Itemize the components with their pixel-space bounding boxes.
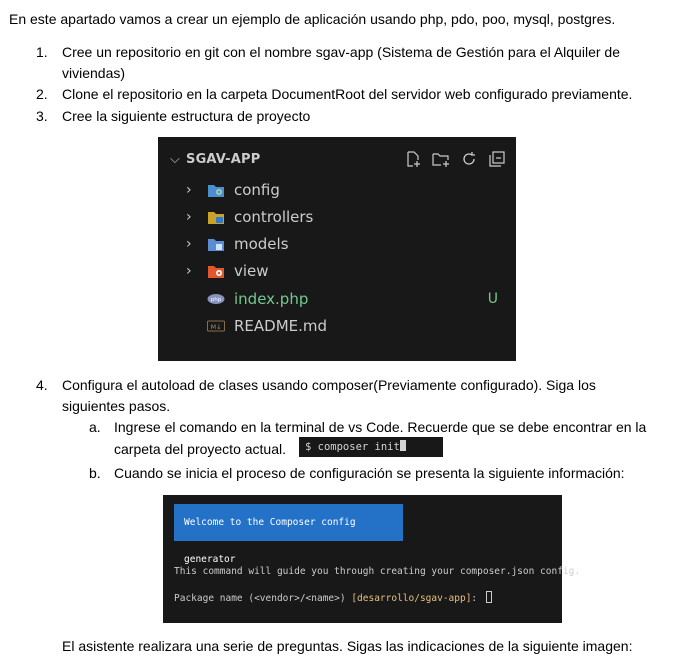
explorer-project-header[interactable]: ⌵ SGAV-APP xyxy=(170,152,260,167)
markdown-file-icon: M↓ xyxy=(207,318,225,334)
package-prompt-label: Package name (<vendor>/<name>) xyxy=(174,593,352,604)
intro-paragraph: En este apartado vamos a crear un ejempl… xyxy=(9,11,616,27)
explorer-item-label: view xyxy=(234,261,269,280)
explorer-item-index-php[interactable]: php index.php U xyxy=(158,285,516,312)
chevron-right-icon: › xyxy=(186,262,192,279)
step-3-number: 3. xyxy=(36,108,48,124)
terminal-command: $ composer init xyxy=(305,441,400,453)
new-file-icon[interactable] xyxy=(402,149,424,169)
substep-b-text: Cuando se inicia el proceso de configura… xyxy=(114,465,625,481)
folder-view-icon xyxy=(207,263,225,279)
chevron-right-icon: › xyxy=(186,208,192,225)
chevron-down-icon: ⌵ xyxy=(170,152,181,167)
explorer-item-label: controllers xyxy=(234,207,314,226)
svg-text:M↓: M↓ xyxy=(210,323,221,331)
folder-config-icon xyxy=(207,182,225,198)
step-4-text-cont: siguientes pasos. xyxy=(62,398,171,414)
composer-guide-text: This command will guide you through crea… xyxy=(174,566,581,577)
explorer-item-label: config xyxy=(234,180,280,199)
substep-a-text: Ingrese el comando en la terminal de vs … xyxy=(114,419,647,435)
svg-text:php: php xyxy=(211,297,222,303)
substep-a-text-cont: carpeta del proyecto actual. xyxy=(114,441,286,457)
git-untracked-badge: U xyxy=(487,290,498,307)
composer-terminal-panel: Welcome to the Composer config generator… xyxy=(163,495,580,623)
explorer-item-config[interactable]: › config xyxy=(158,176,516,203)
explorer-item-label: models xyxy=(234,234,289,253)
explorer-item-controllers[interactable]: › controllers xyxy=(158,203,516,230)
step-2-number: 2. xyxy=(36,86,48,102)
collapse-all-icon[interactable] xyxy=(486,149,508,169)
terminal-command-snippet: $ composer init xyxy=(299,437,443,457)
refresh-icon[interactable] xyxy=(458,149,480,169)
explorer-item-readme[interactable]: M↓ README.md xyxy=(158,312,516,339)
package-default-value: [desarrollo/sgav-app] xyxy=(351,593,472,604)
explorer-project-title: SGAV-APP xyxy=(186,152,261,167)
substep-a-letter: a. xyxy=(89,419,101,435)
step-1-text-cont: viviendas) xyxy=(62,65,126,81)
php-file-icon: php xyxy=(207,291,225,307)
package-prompt-suffix: : xyxy=(471,593,483,604)
explorer-item-view[interactable]: › view xyxy=(158,257,516,284)
chevron-right-icon: › xyxy=(186,181,192,198)
folder-controllers-icon xyxy=(207,209,225,225)
terminal-cursor[interactable] xyxy=(485,591,492,603)
folder-models-icon xyxy=(207,236,225,252)
composer-welcome-banner: Welcome to the Composer config generator xyxy=(174,504,403,565)
composer-package-prompt: Package name (<vendor>/<name>) [desarrol… xyxy=(174,591,492,604)
step-2-text: Clone el repositorio en la carpeta Docum… xyxy=(62,86,633,102)
terminal-cursor xyxy=(399,440,406,451)
vscode-explorer-panel: ⌵ SGAV-APP › config › controllers › mode… xyxy=(158,137,516,361)
explorer-item-models[interactable]: › models xyxy=(158,230,516,257)
explorer-item-label: index.php xyxy=(234,289,309,308)
substep-b-letter: b. xyxy=(89,465,101,481)
explorer-item-label: README.md xyxy=(234,316,328,335)
explorer-actions xyxy=(402,149,508,169)
new-folder-icon[interactable] xyxy=(430,149,452,169)
step-3-text: Cree la siguiente estructura de proyecto xyxy=(62,108,311,124)
outro-paragraph: El asistente realizara una serie de preg… xyxy=(62,638,633,654)
step-4-text: Configura el autoload de clases usando c… xyxy=(62,377,596,393)
step-1-text: Cree un repositorio en git con el nombre… xyxy=(62,44,620,60)
step-4-number: 4. xyxy=(36,377,48,393)
chevron-right-icon: › xyxy=(186,235,192,252)
step-1-number: 1. xyxy=(36,44,48,60)
